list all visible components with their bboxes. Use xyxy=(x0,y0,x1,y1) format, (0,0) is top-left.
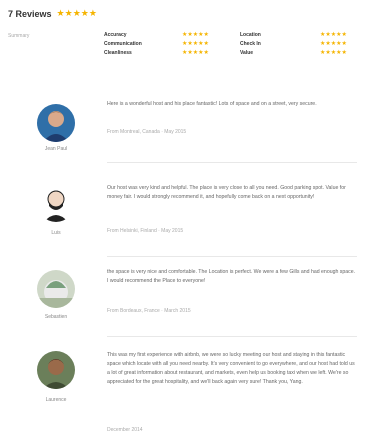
review-text: the space is very nice and comfortable. … xyxy=(107,269,356,284)
star-icon: ★ xyxy=(64,8,73,18)
review-meta: From Montreal, Canada · May 2015 xyxy=(107,129,187,135)
summary-category-value: Value xyxy=(240,50,254,56)
star-icon: ★ xyxy=(56,8,65,18)
communication-stars: ★★★★★ xyxy=(182,41,209,47)
summary-category-accuracy: Accuracy xyxy=(104,32,127,38)
avatar[interactable] xyxy=(37,184,75,222)
overall-rating-stars: ★ ★ ★ ★ ★ xyxy=(57,8,97,19)
avatar[interactable] xyxy=(37,104,75,142)
summary-category-communication: Communication xyxy=(104,41,142,47)
location-stars: ★★★★★ xyxy=(320,32,347,38)
summary-category-cleanliness: Cleanliness xyxy=(104,50,132,56)
review-meta: From Bordeaux, France · March 2015 xyxy=(107,308,191,314)
review-divider xyxy=(107,336,357,337)
avatar[interactable] xyxy=(37,351,75,389)
review-meta: From Helsinki, Finland · May 2015 xyxy=(107,228,184,234)
value-stars: ★★★★★ xyxy=(320,50,347,56)
review-divider xyxy=(107,162,357,163)
avatar[interactable] xyxy=(37,270,75,308)
cleanliness-stars: ★★★★★ xyxy=(182,50,209,56)
accuracy-stars: ★★★★★ xyxy=(182,32,209,38)
check-in-stars: ★★★★★ xyxy=(320,41,347,47)
review-meta: December 2014 xyxy=(107,427,143,433)
reviews-count-title: 7 Reviews xyxy=(8,8,52,19)
star-icon: ★ xyxy=(72,8,81,18)
reviewer-name[interactable]: Sebastien xyxy=(26,314,86,320)
reviewer-name[interactable]: Luis xyxy=(26,230,86,236)
review-divider xyxy=(107,256,357,257)
star-icon: ★ xyxy=(88,8,97,18)
review-text: This was my first experience with airbnb… xyxy=(107,352,355,385)
reviewer-name[interactable]: Laurence xyxy=(26,397,86,403)
review-text: Here is a wonderful host and his place f… xyxy=(107,101,317,107)
summary-label: Summary xyxy=(8,33,30,39)
summary-category-location: Location xyxy=(240,32,261,38)
summary-category-check-in: Check In xyxy=(240,41,261,47)
reviews-header: 7 Reviews ★ ★ ★ ★ ★ xyxy=(8,8,97,19)
reviewer-name[interactable]: Jean Paul xyxy=(26,146,86,152)
star-icon: ★ xyxy=(80,8,89,18)
review-text: Our host was very kind and helpful. The … xyxy=(107,185,346,200)
